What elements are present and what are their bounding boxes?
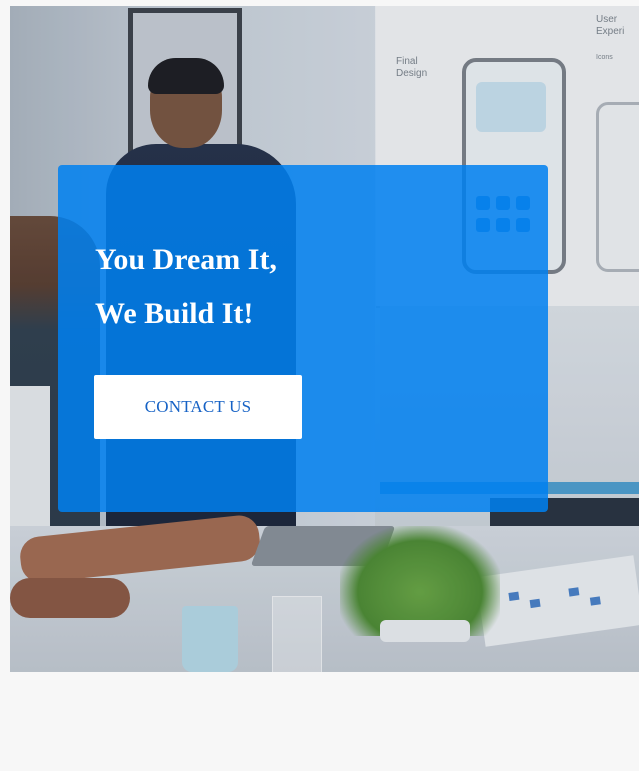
hero-overlay-card [58, 165, 548, 512]
hero-headline-line1: You Dream It, [95, 243, 277, 276]
footer-blank-area [0, 672, 639, 771]
contact-us-button[interactable]: CONTACT US [94, 375, 302, 439]
page: Final Design User Experi Icons You Dream… [0, 0, 639, 771]
hero-headline-line2: We Build It! [95, 297, 254, 330]
